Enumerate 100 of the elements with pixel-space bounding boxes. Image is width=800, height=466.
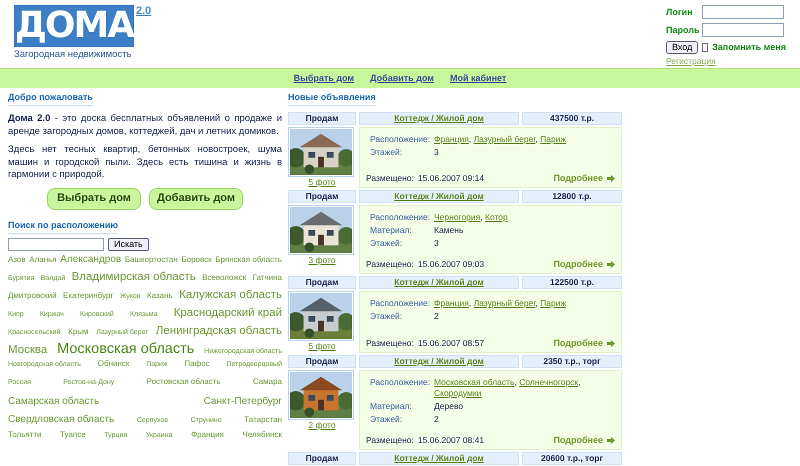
location-link[interactable]: Франция xyxy=(434,298,469,308)
section-title: Поиск по расположению xyxy=(8,220,118,234)
location-tag[interactable]: Челябинск xyxy=(242,431,282,440)
price-cell: 437500 т.р. xyxy=(522,112,622,125)
field-value: Камень xyxy=(434,225,464,236)
action-button[interactable]: Выбрать дом xyxy=(47,188,141,210)
comma: , xyxy=(535,134,538,144)
nav-link[interactable]: Выбрать дом xyxy=(294,72,354,84)
remember-checkbox[interactable] xyxy=(702,43,708,52)
location-link[interactable]: Солнечногорск xyxy=(519,376,578,386)
comma: , xyxy=(468,298,472,308)
price-cell: 20600 т.р., торг xyxy=(522,452,622,464)
deal-cell: Продам xyxy=(288,354,356,368)
location-tag[interactable]: Крым xyxy=(68,328,89,336)
field-label: Материал: xyxy=(370,225,413,236)
location-tag[interactable]: Тольятти xyxy=(8,431,42,440)
field-label: Логин xyxy=(666,6,694,18)
location-tag[interactable]: Казань xyxy=(146,292,173,301)
location-tag[interactable]: Московская область xyxy=(57,342,194,358)
photo-count-link[interactable]: 5 фото xyxy=(308,177,336,187)
field-label: Расположение: xyxy=(370,134,432,145)
location-tag[interactable]: Екатеринбург xyxy=(63,292,114,301)
field-label: Материал: xyxy=(370,400,413,412)
location-tag[interactable]: Туапсе xyxy=(60,431,86,440)
login-field[interactable] xyxy=(702,5,784,19)
more-link[interactable]: Подробнее xyxy=(553,173,603,184)
comma: , xyxy=(468,134,472,144)
more-link[interactable]: Подробнее xyxy=(553,434,603,446)
location-link[interactable]: Черногория xyxy=(434,212,480,222)
location-link[interactable]: Московская область xyxy=(434,376,514,386)
arrow-icon xyxy=(607,261,615,268)
field-value: 3 xyxy=(434,238,439,250)
field-value: 3 xyxy=(434,147,439,158)
field-label: Пароль xyxy=(666,24,700,36)
location-tag[interactable]: Ростовская область xyxy=(146,378,221,387)
location-tag[interactable]: Обнинск xyxy=(98,360,130,370)
remember-label: Запомнить меня xyxy=(712,42,786,53)
location-link[interactable]: Франция xyxy=(434,134,469,144)
location-tag[interactable]: Аланья xyxy=(29,256,57,264)
location-link[interactable]: Лазурный берег xyxy=(474,298,536,308)
location-link[interactable]: Лазурный берег xyxy=(474,134,536,144)
version-link[interactable]: 2.0 xyxy=(136,5,152,17)
price-cell: 122500 т.р. xyxy=(522,276,622,290)
location-tag[interactable]: Пафос xyxy=(184,360,210,370)
location-tag[interactable]: Владимирская область xyxy=(72,271,196,284)
comma: , xyxy=(535,298,538,308)
location-tag[interactable]: Гатчина xyxy=(252,274,282,284)
search-field[interactable] xyxy=(8,238,104,250)
field-label: Этажей: xyxy=(370,311,404,322)
action-button[interactable]: Добавить дом xyxy=(149,188,243,210)
field-label: Этажей: xyxy=(370,414,404,424)
price-cell: 12800 т.р. xyxy=(522,190,622,204)
posted-date: 15.06.2007 08:57 xyxy=(418,338,484,348)
photo-count-link[interactable]: 2 фото xyxy=(308,420,336,430)
search-button[interactable]: Искать xyxy=(108,238,149,250)
field-label: Расположение: xyxy=(370,212,432,224)
login-button[interactable]: Вход xyxy=(666,41,698,54)
location-tag[interactable]: Санкт-Петербург xyxy=(204,396,282,407)
location-tag[interactable]: Дмитровский xyxy=(8,292,57,301)
location-link[interactable]: Париж xyxy=(540,298,566,308)
field-label: Расположение: xyxy=(370,376,432,388)
location-tag[interactable]: Татарстан xyxy=(244,416,282,424)
location-tag[interactable]: Всеволожск xyxy=(202,274,246,284)
location-tag[interactable]: Азов xyxy=(8,256,26,264)
location-tag[interactable]: Самара xyxy=(252,378,282,387)
location-tag[interactable]: Краснодарский край xyxy=(174,306,282,320)
field-label: Расположение: xyxy=(370,298,432,310)
logo-title: ДОМА xyxy=(14,5,134,47)
location-tag[interactable]: Самарская область xyxy=(8,396,100,407)
posted-date: 15.06.2007 08:41 xyxy=(418,434,484,446)
section-title: Добро пожаловать xyxy=(8,92,93,106)
location-tag[interactable]: Боровск xyxy=(181,256,212,264)
location-link[interactable]: Скородумки xyxy=(434,388,482,398)
deal-cell: Продам xyxy=(288,190,356,204)
more-link[interactable]: Подробнее xyxy=(553,338,603,348)
location-tag[interactable]: Брянская область xyxy=(215,256,282,264)
location-tag[interactable]: Ленинградская область xyxy=(156,324,282,338)
more-link[interactable]: Подробнее xyxy=(553,259,603,270)
register-link[interactable]: Регистрация xyxy=(666,56,716,66)
paragraph: Дома 2.0 - это доска бесплатных объявлений о продаже и аренде загородных домов, коттеджей, дач и летних домиков. xyxy=(8,113,282,138)
location-tag[interactable]: Александров xyxy=(60,254,122,264)
location-link[interactable]: Париж xyxy=(540,134,566,144)
location-tag[interactable]: Калужская область xyxy=(179,289,282,302)
nav-link[interactable]: Мой кабинет xyxy=(450,72,506,84)
arrow-icon xyxy=(607,175,615,182)
location-tag[interactable]: Свердловская область xyxy=(8,414,114,425)
posted-date: 15.06.2007 09:03 xyxy=(418,259,484,270)
location-tag[interactable]: Франция xyxy=(191,431,224,440)
deal-cell: Продам xyxy=(288,452,356,464)
field-value: 2 xyxy=(434,311,439,322)
posted-label: Размещено: xyxy=(366,338,414,348)
nav-link[interactable]: Добавить дом xyxy=(370,72,434,84)
comma: , xyxy=(480,212,483,222)
password-field[interactable] xyxy=(702,23,784,37)
arrow-icon xyxy=(607,436,615,444)
photo-count-link[interactable]: 5 фото xyxy=(308,341,336,352)
location-tag[interactable]: Москва xyxy=(8,344,48,358)
location-tag[interactable]: Башкортостан xyxy=(124,256,178,264)
photo-count-link[interactable]: 3 фото xyxy=(308,255,336,266)
location-link[interactable]: Котор xyxy=(485,212,508,222)
